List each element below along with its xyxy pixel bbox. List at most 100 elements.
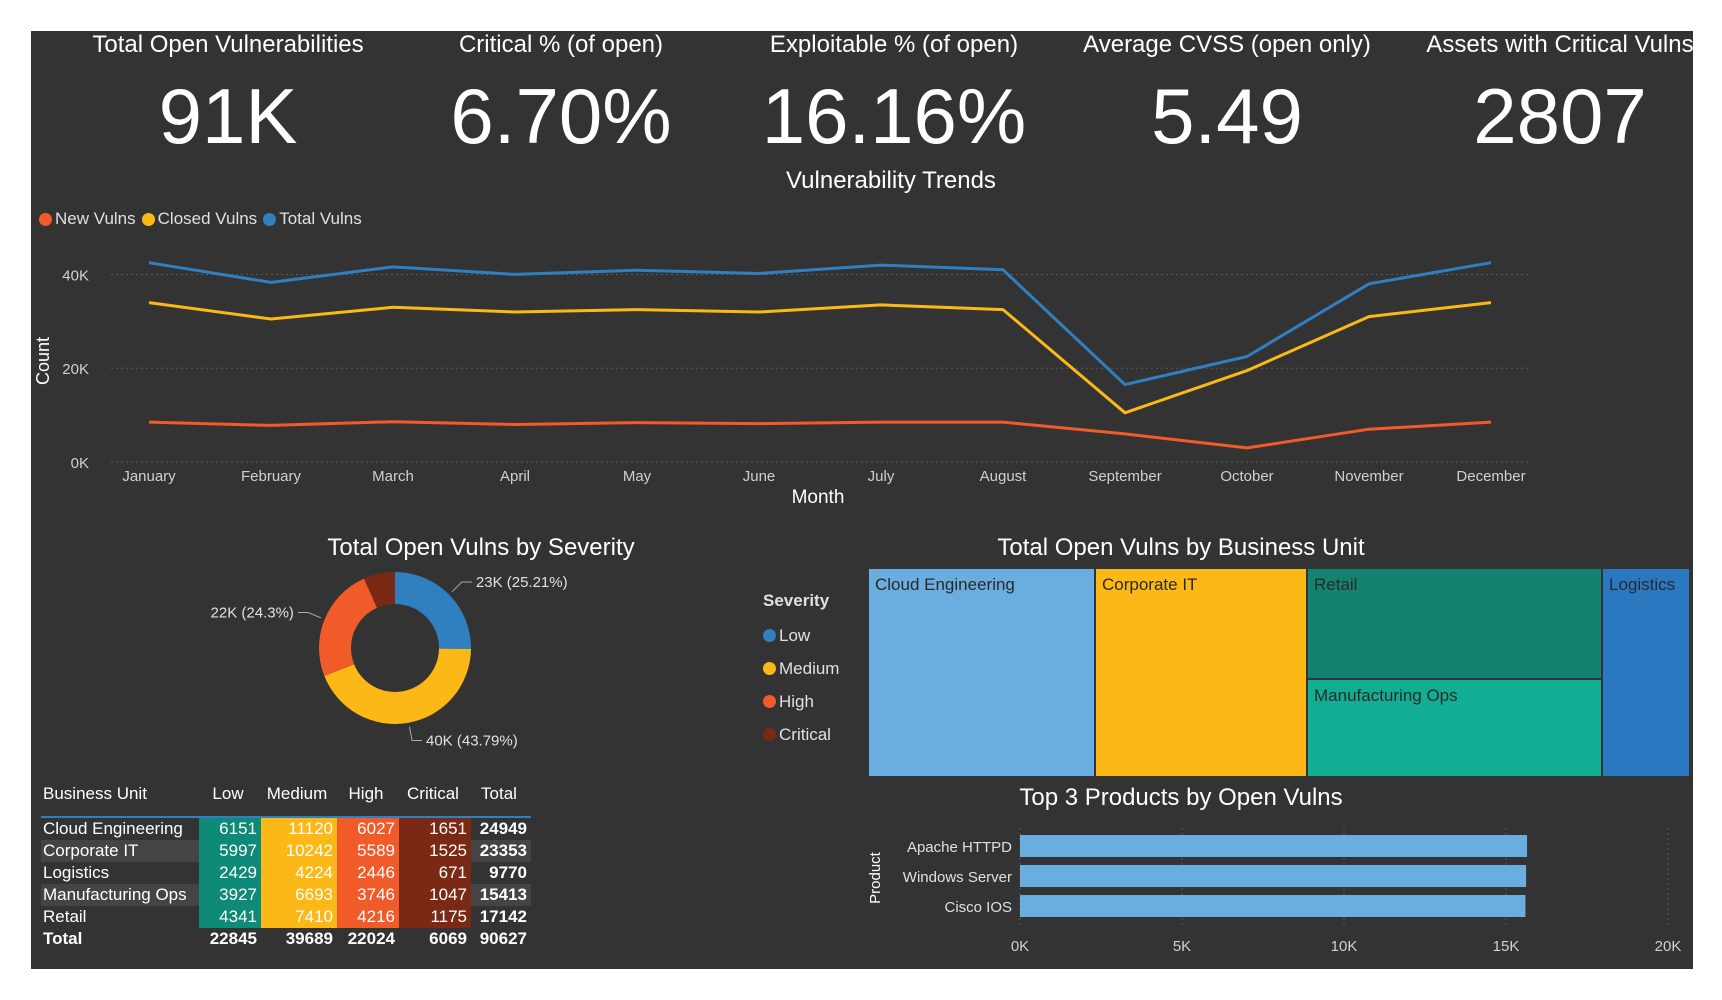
business-unit-cell: Retail: [43, 907, 87, 926]
table-row[interactable]: Manufacturing Ops 3927 6693 3746 1047 15413: [41, 884, 531, 906]
treemap-cell-cloud-engineering[interactable]: Cloud Engineering: [868, 568, 1095, 777]
total-cell: 23353: [471, 840, 531, 862]
total-cell: 9770: [489, 863, 527, 882]
treemap-label-retail: Retail: [1314, 575, 1358, 594]
x-tick-label: April: [500, 468, 530, 485]
kpi-value-critical-pct: 6.70%: [450, 72, 672, 160]
low-cell: 3927: [199, 884, 261, 906]
medium-cell: 39689: [285, 929, 333, 948]
legend-item-medium[interactable]: Medium: [763, 652, 839, 685]
donut-data-label: 22K (24.3%): [211, 605, 294, 622]
legend-item-critical[interactable]: Critical: [763, 718, 839, 751]
legend-item-total-vulns[interactable]: Total Vulns: [263, 209, 362, 229]
table-row[interactable]: Cloud Engineering 6151 11120 6027 1651 24949: [41, 817, 531, 840]
total-vulns-marker-icon: [263, 212, 277, 226]
critical-cell: 671: [399, 862, 471, 884]
kpi-value-exploitable-pct: 16.16%: [761, 72, 1027, 160]
new-vulns-marker-icon: [39, 212, 52, 226]
treemap-label-cloud-engineering: Cloud Engineering: [875, 575, 1015, 594]
high-cell: 4216: [337, 906, 399, 928]
treemap-label-manufacturing-ops: Manufacturing Ops: [1314, 686, 1458, 705]
high-cell: 5589: [337, 840, 399, 862]
closed-vulns-marker-icon: [141, 212, 155, 226]
treemap-cell-manufacturing-ops[interactable]: Manufacturing Ops: [1307, 679, 1602, 777]
kpi-value-average-cvss: 5.49: [1151, 72, 1303, 160]
col-header-total[interactable]: Total: [471, 784, 531, 817]
legend-item-high[interactable]: High: [763, 685, 839, 718]
table-total-row[interactable]: Total 22845 39689 22024 6069 90627: [41, 928, 531, 950]
legend-label-high: High: [779, 691, 814, 711]
x-tick-label: February: [241, 468, 302, 485]
legend-label-total-vulns: Total Vulns: [279, 209, 362, 228]
trend-line-chart: 0K 20K 40K Count January February March April Ma…: [33, 261, 1531, 508]
treemap-title: Total Open Vulns by Business Unit: [997, 534, 1365, 561]
table-row[interactable]: Logistics 2429 4224 2446 671 9770: [41, 862, 531, 884]
business-unit-cell: Manufacturing Ops: [41, 884, 199, 906]
y-tick-label: Cisco IOS: [944, 899, 1012, 916]
products-chart-title: Top 3 Products by Open Vulns: [1019, 784, 1343, 811]
severity-matrix-table: Business Unit Low Medium High Critical T…: [41, 784, 531, 950]
severity-chart-title: Total Open Vulns by Severity: [327, 534, 635, 561]
x-tick-label: June: [743, 468, 776, 485]
legend-label-low: Low: [779, 625, 811, 645]
medium-cell: 7410: [261, 906, 337, 928]
business-unit-cell: Cloud Engineering: [43, 819, 183, 838]
treemap-cell-logistics[interactable]: Logistics: [1602, 568, 1690, 777]
donut-slice-high: [319, 578, 378, 676]
legend-item-new-vulns[interactable]: New Vulns: [39, 209, 136, 229]
col-header-medium[interactable]: Medium: [261, 784, 337, 817]
table-row[interactable]: Retail 4341 7410 4216 1175 17142: [41, 906, 531, 928]
kpi-title-exploitable-pct: Exploitable % (of open): [769, 31, 1019, 58]
legend-label-closed-vulns: Closed Vulns: [157, 209, 258, 228]
col-header-critical[interactable]: Critical: [399, 784, 471, 817]
medium-marker-icon: [763, 662, 776, 675]
severity-donut-chart: 23K (25.21%)40K (43.79%)22K (24.3%)6K (6…: [211, 572, 568, 749]
bar-windows-server: [1020, 865, 1527, 887]
x-tick-label: 10K: [1331, 938, 1358, 955]
x-tick-label: 15K: [1493, 938, 1520, 955]
kpi-value-assets-critical: 2807: [1473, 72, 1647, 160]
legend-item-closed-vulns[interactable]: Closed Vulns: [141, 209, 258, 229]
bar-apache-httpd: [1020, 835, 1528, 857]
x-tick-label: November: [1334, 468, 1403, 485]
dashboard: Total Open Vulnerabilities 91K Critical …: [31, 31, 1694, 969]
table-row[interactable]: Corporate IT 5997 10242 5589 1525 23353: [41, 840, 531, 862]
col-header-business-unit[interactable]: Business Unit: [41, 784, 199, 817]
x-tick-label: March: [372, 468, 414, 485]
low-cell: 6151: [199, 817, 261, 840]
y-axis-label: Count: [33, 337, 53, 385]
x-axis-label: Month: [792, 487, 845, 508]
trend-chart-title: Vulnerability Trends: [786, 167, 996, 194]
products-bar-chart: 0K 5K 10K 15K 20K Product Apache HTTPD Windows …: [868, 828, 1682, 955]
high-cell: 6027: [337, 817, 399, 840]
high-cell: 2446: [337, 862, 399, 884]
severity-legend: Severity Low Medium High Critical: [763, 591, 839, 751]
treemap-cell-retail[interactable]: Retail: [1307, 568, 1602, 679]
critical-cell: 1525: [399, 840, 471, 862]
x-tick-label: January: [122, 468, 176, 485]
kpi-title-critical-pct: Critical % (of open): [458, 31, 664, 58]
y-tick-label: Apache HTTPD: [907, 839, 1012, 856]
low-cell: 2429: [199, 862, 261, 884]
col-header-low[interactable]: Low: [199, 784, 261, 817]
y-tick-label: 20K: [62, 361, 89, 378]
severity-legend-title: Severity: [763, 591, 830, 610]
legend-label-new-vulns: New Vulns: [55, 209, 136, 228]
medium-cell: 4224: [261, 862, 337, 884]
col-header-high[interactable]: High: [337, 784, 399, 817]
y-tick-label: 0K: [71, 455, 89, 472]
low-cell: 5997: [199, 840, 261, 862]
total-cell: 17142: [479, 907, 527, 926]
x-tick-label: 20K: [1655, 938, 1682, 955]
legend-item-low[interactable]: Low: [763, 619, 839, 652]
x-tick-label: August: [980, 468, 1028, 485]
high-cell: 3746: [337, 884, 399, 906]
total-cell: 90627: [479, 929, 527, 948]
x-tick-label: 5K: [1173, 938, 1191, 955]
treemap-cell-corporate-it[interactable]: Corporate IT: [1095, 568, 1307, 777]
business-unit-cell: Logistics: [43, 863, 110, 882]
donut-leader-line: [451, 581, 472, 593]
critical-cell: 1175: [399, 906, 471, 928]
total-cell: 15413: [471, 884, 531, 906]
business-unit-cell: Corporate IT: [41, 840, 199, 862]
